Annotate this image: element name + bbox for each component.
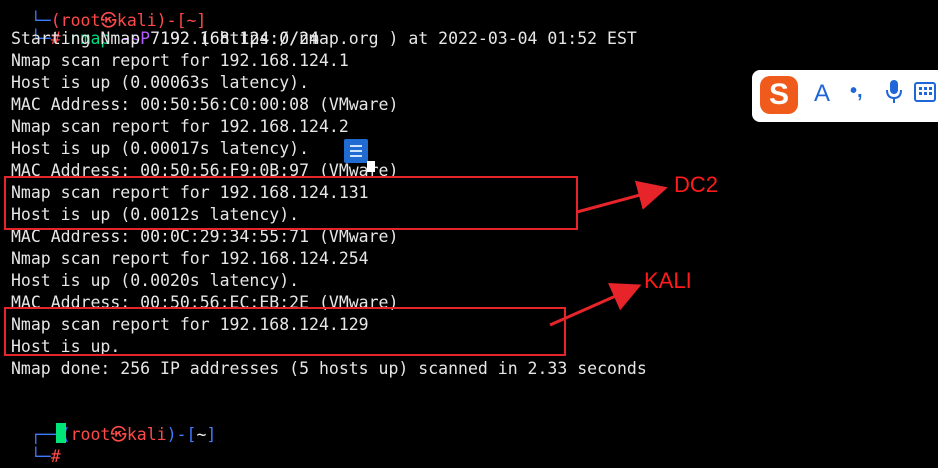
prompt-host: kali — [126, 425, 167, 444]
sogou-logo-icon[interactable]: S — [760, 76, 798, 114]
input-line[interactable]: └─# — [11, 424, 61, 466]
prompt-user: root — [70, 425, 111, 444]
input-mode-button[interactable]: A — [814, 80, 830, 108]
dc2-label: DC2 — [674, 172, 719, 197]
ime-toolbar[interactable]: S A •, — [752, 70, 938, 122]
terminal-cursor[interactable] — [56, 423, 66, 443]
shell-prompt: ┌──(root㉿kali)-[~] — [30, 425, 217, 444]
prompt-dir: ~ — [196, 425, 207, 444]
kali-label: KALI — [644, 268, 692, 293]
kali-arrow — [549, 282, 642, 327]
dc2-arrow — [576, 180, 668, 214]
microphone-icon[interactable] — [884, 78, 904, 111]
punctuation-button[interactable]: •, — [850, 80, 863, 103]
skull-icon: ㉿ — [110, 425, 127, 444]
annotation-arrows — [549, 180, 668, 327]
keyboard-icon[interactable] — [914, 80, 936, 109]
